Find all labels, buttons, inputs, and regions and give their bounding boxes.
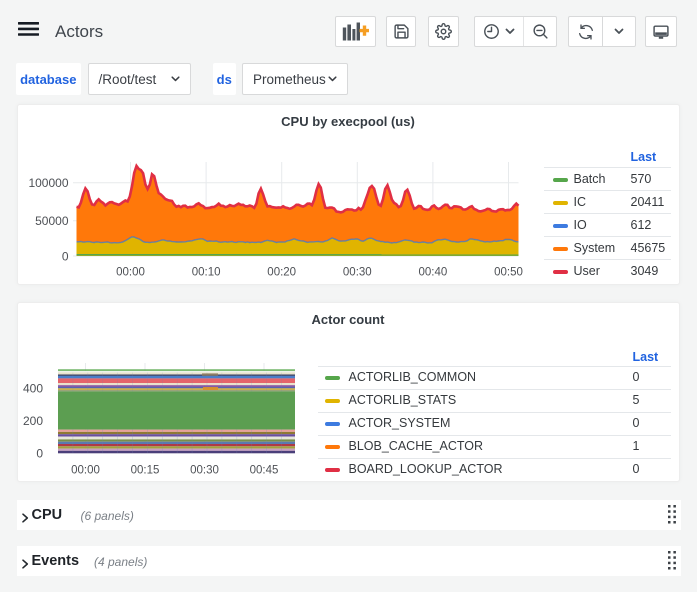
svg-text:00:50: 00:50: [494, 267, 523, 279]
svg-text:00:30: 00:30: [190, 465, 219, 477]
svg-text:00:00: 00:00: [71, 465, 100, 477]
svg-text:00:45: 00:45: [249, 465, 278, 477]
svg-text:0: 0: [61, 250, 68, 264]
svg-text:00:20: 00:20: [267, 267, 296, 279]
svg-text:200: 200: [22, 414, 42, 428]
svg-text:400: 400: [22, 382, 42, 396]
svg-text:00:30: 00:30: [342, 267, 371, 279]
svg-text:00:40: 00:40: [418, 267, 447, 279]
svg-text:00:15: 00:15: [130, 465, 159, 477]
svg-text:00:00: 00:00: [116, 267, 145, 279]
svg-text:50000: 50000: [35, 214, 69, 228]
svg-text:100000: 100000: [28, 176, 68, 190]
svg-text:00:10: 00:10: [191, 267, 220, 279]
svg-text:0: 0: [36, 446, 43, 460]
